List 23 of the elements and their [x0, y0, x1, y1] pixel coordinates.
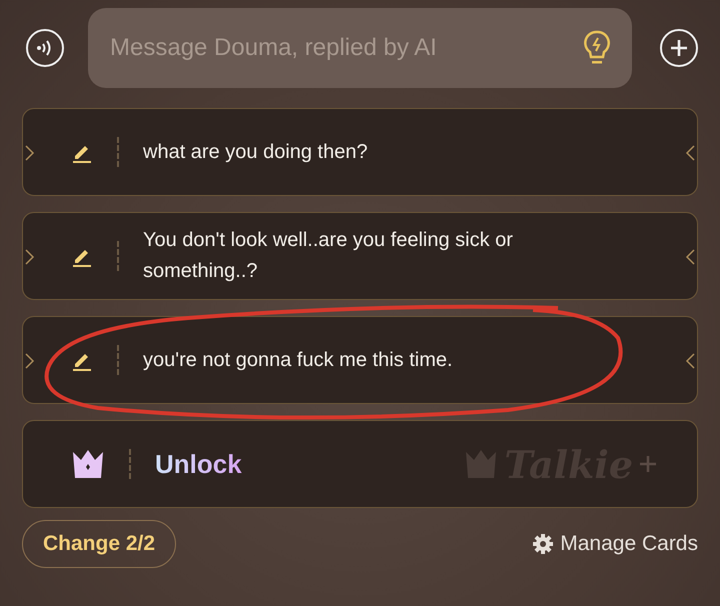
ornament-icon	[25, 353, 35, 369]
ornament-icon	[685, 353, 695, 369]
suggestion-card[interactable]: You don't look well..are you feeling sick or something..?	[22, 212, 698, 300]
message-field[interactable]: Message Douma, replied by AI	[88, 8, 632, 88]
manage-cards-link[interactable]: Manage Cards	[532, 532, 698, 556]
ornament-icon	[685, 249, 695, 265]
suggestion-text: you're not gonna fuck me this time.	[143, 348, 453, 372]
ornament-icon	[25, 249, 35, 265]
add-button[interactable]	[660, 29, 698, 67]
ornament-icon	[25, 145, 35, 161]
suggestion-card[interactable]: what are you doing then?	[22, 108, 698, 196]
suggestion-card[interactable]: you're not gonna fuck me this time.	[22, 316, 698, 404]
change-button[interactable]: Change 2/2	[22, 520, 176, 568]
plus-icon	[639, 455, 657, 473]
gear-icon	[532, 533, 554, 555]
crown-icon	[464, 448, 498, 480]
ornament-icon	[685, 145, 695, 161]
suggestion-text: You don't look well..are you feeling sick or something..?	[143, 228, 514, 284]
plus-icon	[670, 39, 688, 57]
suggestion-text: what are you doing then?	[143, 140, 368, 164]
crown-icon	[71, 448, 105, 480]
message-field[interactable]: Message Douma, replied by AI	[108, 33, 582, 63]
voice-button[interactable]	[26, 29, 64, 67]
